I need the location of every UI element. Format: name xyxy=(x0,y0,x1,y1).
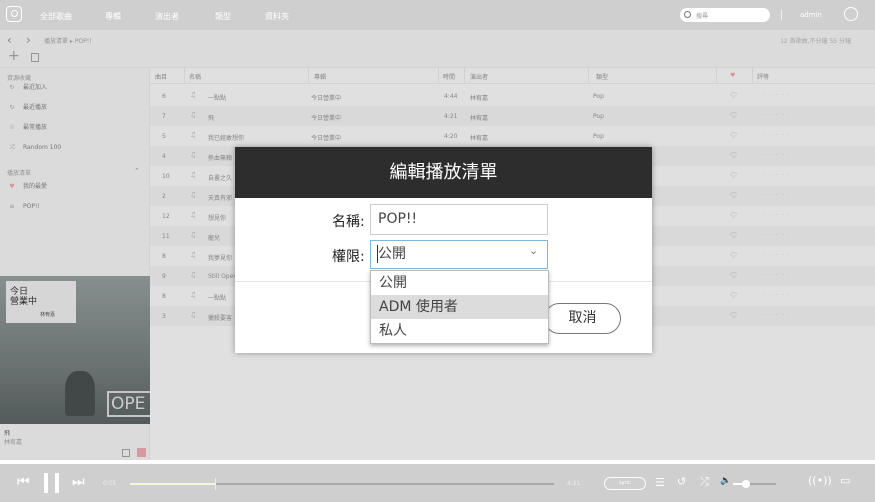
progress-fill xyxy=(130,483,215,485)
app-logo-icon[interactable] xyxy=(6,6,22,22)
option-public[interactable]: 公開 xyxy=(371,271,548,295)
playlist-name-field[interactable]: POP!! xyxy=(370,204,548,235)
progress-slider[interactable] xyxy=(130,478,554,490)
option-private[interactable]: 私人 xyxy=(371,319,548,343)
queue-icon[interactable]: ☰ xyxy=(655,476,665,489)
text-caret xyxy=(377,245,378,263)
nav-all-songs[interactable]: 全部歌曲 xyxy=(40,11,72,22)
cancel-button[interactable]: 取消 xyxy=(544,303,621,334)
permission-dropdown: 公開 ADM 使用者 私人 xyxy=(370,270,549,344)
nav-genres[interactable]: 類型 xyxy=(215,11,231,22)
pause-icon[interactable] xyxy=(44,473,48,493)
airplay-icon[interactable]: ▭ xyxy=(840,474,850,487)
next-icon[interactable]: ⏭ xyxy=(72,474,85,490)
divider xyxy=(781,10,782,20)
username: admin xyxy=(800,11,822,19)
previous-icon[interactable]: ⏮ xyxy=(17,474,30,490)
progress-handle[interactable] xyxy=(214,478,216,490)
volume-icon[interactable]: 🔈 xyxy=(720,476,731,486)
user-icon[interactable] xyxy=(844,7,858,21)
volume-handle[interactable] xyxy=(741,480,750,488)
option-adm-users[interactable]: ADM 使用者 xyxy=(371,295,548,319)
volume-slider[interactable] xyxy=(733,480,776,488)
name-label: 名稱: xyxy=(332,214,365,230)
broadcast-icon[interactable]: ((•)) xyxy=(808,474,832,487)
search-input[interactable]: 搜尋 xyxy=(680,8,770,22)
pause-icon-bar xyxy=(55,473,59,493)
search-placeholder: 搜尋 xyxy=(696,13,709,20)
lyrics-button[interactable]: Lyric xyxy=(604,477,646,490)
repeat-icon[interactable]: ↺ xyxy=(677,475,686,488)
nav-albums[interactable]: 專輯 xyxy=(105,11,121,22)
dialog-title: 編輯播放清單 xyxy=(235,147,652,198)
nav-folders[interactable]: 資料夾 xyxy=(265,11,289,22)
shuffle-icon[interactable]: ⤮ xyxy=(700,475,709,489)
permission-select[interactable]: 公開 xyxy=(370,240,548,269)
duration-time: 4:21 xyxy=(567,480,581,487)
search-icon xyxy=(684,11,691,18)
permission-label: 權限: xyxy=(332,249,365,265)
player-bar: ⏮ ⏭ 0:01 4:21 Lyric ☰ ↺ ⤮ 🔈 ((•)) ▭ xyxy=(0,464,875,502)
nav-artists[interactable]: 演出者 xyxy=(155,11,179,22)
top-bar: 全部歌曲 專輯 演出者 類型 資料夾 搜尋 admin xyxy=(0,0,875,30)
elapsed-time: 0:01 xyxy=(103,480,117,487)
chevron-down-icon[interactable]: ⌄ xyxy=(529,244,538,257)
